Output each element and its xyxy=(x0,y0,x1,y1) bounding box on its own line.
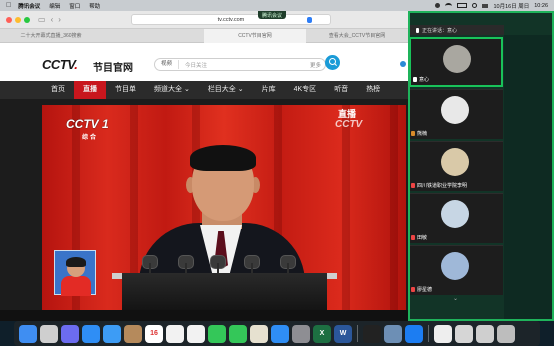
search-input[interactable]: 今日关注 xyxy=(185,61,310,69)
search-button[interactable] xyxy=(325,55,340,70)
cctv-watermark: CCTV xyxy=(335,119,363,130)
nav-item[interactable]: 首页 xyxy=(42,81,74,99)
search-more-link[interactable]: 更多 xyxy=(310,61,321,69)
dock-separator xyxy=(357,325,358,342)
menu-help[interactable]: 帮助 xyxy=(89,2,100,10)
nav-item[interactable]: 听音 xyxy=(325,81,357,99)
tencent-meeting-icon[interactable] xyxy=(405,324,423,343)
menu-edit[interactable]: 编辑 xyxy=(49,2,60,10)
meeting-panel: 正在讲话：意心 意心 熊楠 四川铁道职业学院李明 田敏 廖星德 ⌄ xyxy=(408,11,554,321)
url-text: tv.cctv.com xyxy=(217,16,245,23)
address-bar[interactable]: tv.cctv.com xyxy=(130,14,331,25)
page-footer-strip xyxy=(0,310,408,321)
nav-item[interactable]: 4K专区 xyxy=(285,81,326,99)
site-header: CCTV. 节目官网 视频 今日关注 更多 xyxy=(0,43,408,81)
word-icon[interactable]: W xyxy=(334,324,352,343)
nav-item[interactable]: 直播 xyxy=(74,81,106,99)
tab-0[interactable]: 二十大开幕式直播_360搜索 xyxy=(0,32,102,39)
sidebar-toggle-icon[interactable]: ▭ xyxy=(38,15,46,24)
recording-icon[interactable] xyxy=(435,3,441,8)
channel-subtitle: 综合 xyxy=(82,135,99,141)
control-center-icon[interactable] xyxy=(482,3,489,8)
search-category-select[interactable]: 视频 xyxy=(155,60,180,69)
mail-icon[interactable] xyxy=(103,324,121,343)
site-search[interactable]: 视频 今日关注 更多 xyxy=(154,58,326,71)
menu-date[interactable]: 10月16日 周日 xyxy=(493,2,529,10)
minimize-window-button[interactable] xyxy=(15,16,21,23)
nav-item[interactable]: 节目单 xyxy=(106,81,145,99)
reminders-icon[interactable] xyxy=(166,324,184,343)
contacts-icon[interactable] xyxy=(124,324,142,343)
browser-toolbar: ▭ ‹ › tv.cctv.com 腾讯会议 xyxy=(0,11,408,29)
battery-icon[interactable] xyxy=(457,3,468,8)
menu-time[interactable]: 10:26 xyxy=(534,3,548,9)
tab-2[interactable]: CCTV节目官网 xyxy=(204,28,306,43)
launchpad-icon[interactable] xyxy=(40,324,58,343)
facetime-icon[interactable] xyxy=(208,324,226,343)
downloads-icon[interactable] xyxy=(455,324,473,343)
zoom-window-button[interactable] xyxy=(24,16,30,23)
safari-icon[interactable] xyxy=(82,324,100,343)
messages-icon[interactable] xyxy=(229,324,247,343)
trash-icon[interactable] xyxy=(497,324,515,343)
search-icon[interactable] xyxy=(472,3,478,8)
window-stack-icon[interactable] xyxy=(476,324,494,343)
live-video-player[interactable]: CCTV 1 综合 直播 CCTV xyxy=(42,105,406,310)
mission-control-icon[interactable] xyxy=(61,324,79,343)
user-icon[interactable] xyxy=(400,61,406,67)
screen-share-indicator[interactable]: 腾讯会议 xyxy=(258,11,287,19)
maps-icon[interactable] xyxy=(250,324,268,343)
system-preferences-icon[interactable] xyxy=(292,324,310,343)
wifi-icon[interactable] xyxy=(445,2,453,9)
forward-icon[interactable]: › xyxy=(58,15,61,24)
cctv-logo[interactable]: CCTV. xyxy=(42,57,78,72)
channel-logo: CCTV 1 xyxy=(66,117,109,131)
menu-bar:  腾讯会议 编辑 窗口 帮助 10月16日 周日 10:26 xyxy=(0,0,554,11)
dock-separator xyxy=(428,325,429,342)
excel-icon[interactable]: X xyxy=(313,324,331,343)
nav-item[interactable]: 频道大全 ⌄ xyxy=(145,81,199,99)
sign-language-inset xyxy=(54,250,96,296)
site-title: 节目官网 xyxy=(93,63,133,74)
site-nav: 首页 直播 节目单 频道大全 ⌄ 栏目大全 ⌄ 片库 4K专区 听音 热榜 xyxy=(0,81,408,99)
finder-icon[interactable] xyxy=(19,324,37,343)
preview-icon[interactable] xyxy=(384,324,402,343)
status-area: 10月16日 周日 10:26 xyxy=(435,2,548,10)
nav-item[interactable]: 热榜 xyxy=(357,81,389,99)
calendar-icon[interactable]: 16 xyxy=(145,324,163,343)
share-indicator-label: 腾讯会议 xyxy=(262,12,283,19)
meeting-focus-border xyxy=(408,11,554,321)
tab-3[interactable]: 查看大会_CCTV节目官网 xyxy=(306,32,408,39)
dock: 16 X W xyxy=(14,321,540,346)
nav-item[interactable]: 栏目大全 ⌄ xyxy=(199,81,253,99)
menu-app-name[interactable]: 腾讯会议 xyxy=(18,2,40,10)
qq-icon[interactable] xyxy=(363,324,381,343)
microphone-icon[interactable] xyxy=(306,17,312,23)
nav-item[interactable]: 片库 xyxy=(253,81,285,99)
apple-icon[interactable]:  xyxy=(6,2,11,9)
documents-icon[interactable] xyxy=(434,324,452,343)
close-window-button[interactable] xyxy=(6,16,12,23)
tab-bar: 二十大开幕式直播_360搜索 CCTV节目官网 查看大会_CCTV节目官网 xyxy=(0,28,408,43)
app-store-icon[interactable] xyxy=(271,324,289,343)
photos-icon[interactable] xyxy=(187,324,205,343)
desktop:  腾讯会议 编辑 窗口 帮助 10月16日 周日 10:26 ▭ ‹ › tv… xyxy=(0,0,554,346)
back-icon[interactable]: ‹ xyxy=(51,15,54,24)
menu-window[interactable]: 窗口 xyxy=(69,2,80,10)
